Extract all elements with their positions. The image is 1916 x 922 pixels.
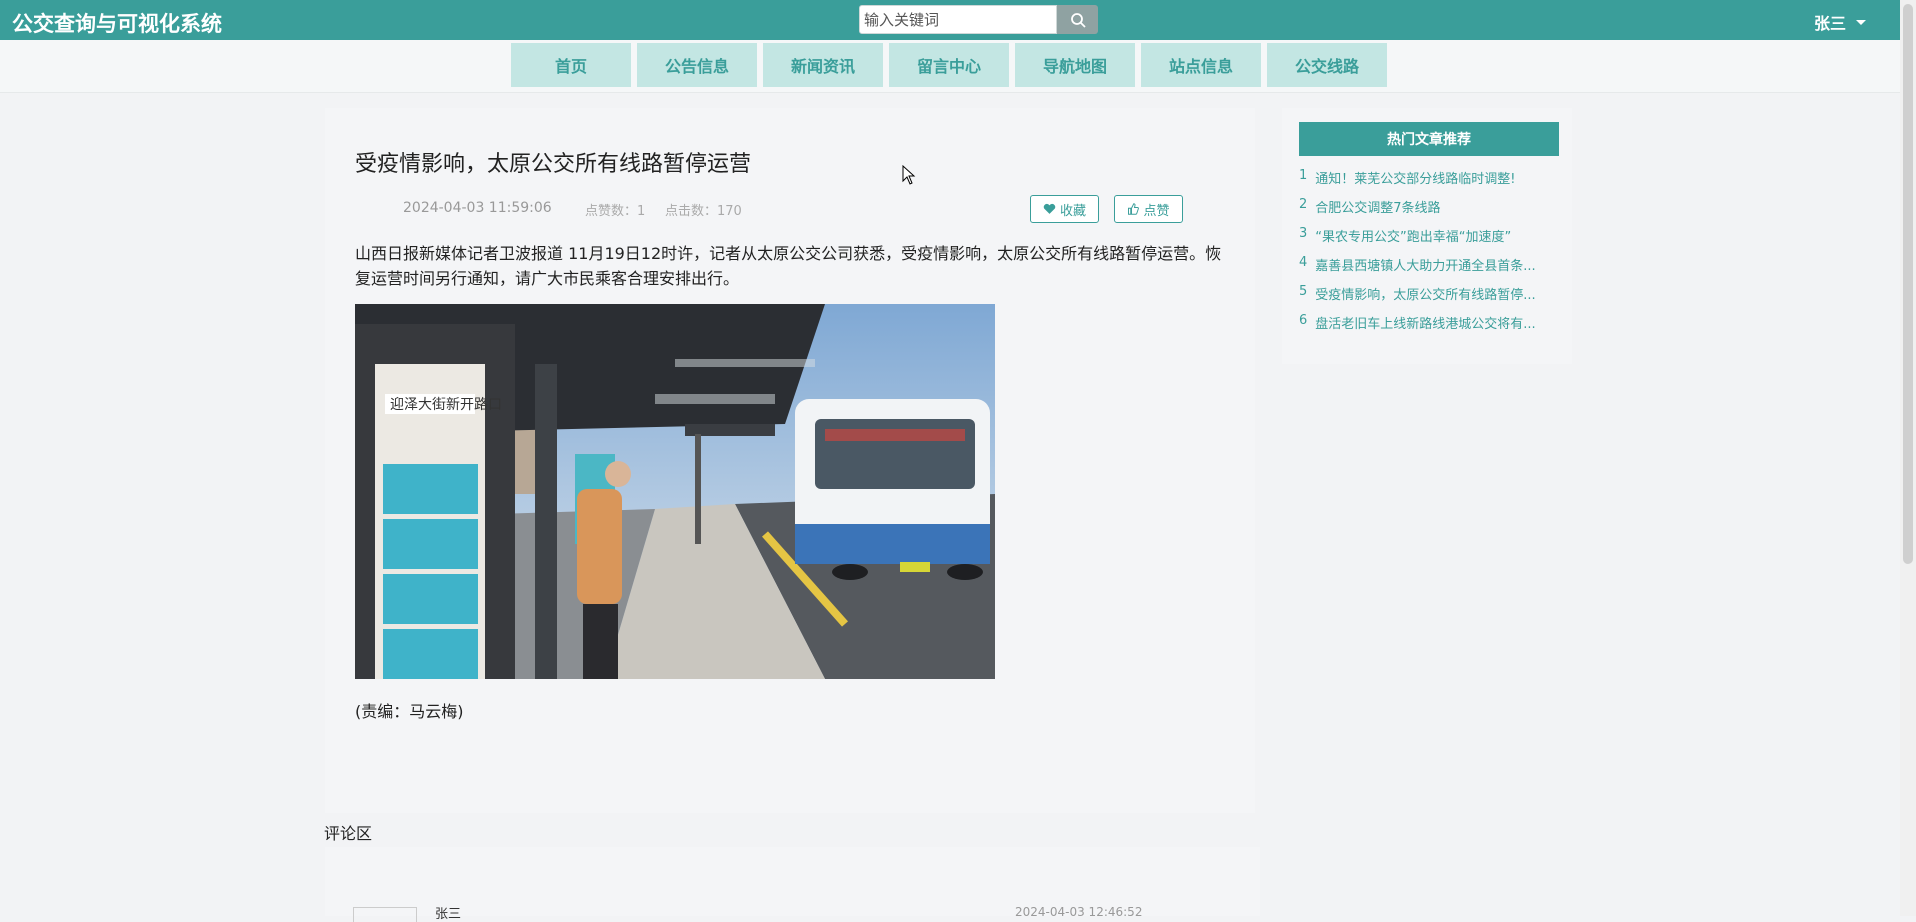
hot-article-title: “果农专用公交”跑出幸福“加速度” xyxy=(1315,230,1512,245)
search-input[interactable] xyxy=(859,5,1057,34)
hot-article-number: 5 xyxy=(1299,284,1308,299)
search-button[interactable] xyxy=(1057,5,1098,34)
heart-icon xyxy=(1043,203,1056,214)
article-body: 山西日报新媒体记者卫波报道 11月19日12时许，记者从太原公交公司获悉，受疫情… xyxy=(355,244,1222,288)
hot-article-item[interactable]: 6 盘活老旧车上线新路线港城公交将有... xyxy=(1299,313,1559,342)
hot-article-item[interactable]: 1 通知！莱芜公交部分线路临时调整! xyxy=(1299,168,1559,197)
nav-routes[interactable]: 公交线路 xyxy=(1267,43,1387,87)
nav-stations[interactable]: 站点信息 xyxy=(1141,43,1261,87)
app-title: 公交查询与可视化系统 xyxy=(12,12,222,36)
hot-article-number: 1 xyxy=(1299,168,1308,183)
search-icon xyxy=(1070,12,1086,28)
hot-articles-list: 1 通知！莱芜公交部分线路临时调整! 2 合肥公交调整7条线路 3 “果农专用公交”跑… xyxy=(1299,168,1559,342)
avatar xyxy=(353,907,417,922)
scrollbar-thumb[interactable] xyxy=(1903,4,1913,564)
hot-article-item[interactable]: 2 合肥公交调整7条线路 xyxy=(1299,197,1559,226)
comments-title: 评论区 xyxy=(324,824,373,843)
click-count: 点击数：170 xyxy=(665,204,742,219)
comment-list: 张三 2024-04-03 12:46:52 xyxy=(325,847,1260,922)
like-count: 点赞数：1 xyxy=(585,204,646,219)
hot-articles-panel: 热门文章推荐 1 通知！莱芜公交部分线路临时调整! 2 合肥公交调整7条线路 3 “果… xyxy=(1282,108,1572,364)
comment-user: 张三 xyxy=(435,907,462,922)
nav-announcements[interactable]: 公告信息 xyxy=(637,43,757,87)
hot-article-item[interactable]: 3 “果农专用公交”跑出幸福“加速度” xyxy=(1299,226,1559,255)
hot-article-title: 盘活老旧车上线新路线港城公交将有... xyxy=(1315,317,1536,332)
hot-article-number: 3 xyxy=(1299,226,1308,241)
editor-credit: (责编：马云梅) xyxy=(355,702,464,721)
nav-messages[interactable]: 留言中心 xyxy=(889,43,1009,87)
nav-news[interactable]: 新闻资讯 xyxy=(763,43,883,87)
main-nav: 首页 公告信息 新闻资讯 留言中心 导航地图 站点信息 公交线路 xyxy=(0,40,1900,93)
user-name: 张三 xyxy=(1814,14,1847,33)
like-button[interactable]: 点赞 xyxy=(1114,195,1183,223)
hot-articles-header: 热门文章推荐 xyxy=(1299,122,1559,156)
nav-map[interactable]: 导航地图 xyxy=(1015,43,1135,87)
favorite-label: 收藏 xyxy=(1059,203,1086,219)
top-bar: 公交查询与可视化系统 张三 xyxy=(0,0,1900,40)
article-title: 受疫情影响，太原公交所有线路暂停运营 xyxy=(355,152,752,177)
user-menu[interactable]: 张三 xyxy=(1814,10,1867,34)
hot-article-title: 嘉善县西塘镇人大助力开通全县首条... xyxy=(1315,259,1536,274)
favorite-button[interactable]: 收藏 xyxy=(1030,195,1099,223)
mouse-cursor-icon xyxy=(902,165,916,185)
article-photo: 迎泽大街新开路口 xyxy=(355,304,995,679)
hot-article-number: 4 xyxy=(1299,255,1308,270)
page-scrollbar[interactable] xyxy=(1900,0,1916,916)
hot-article-item[interactable]: 5 受疫情影响，太原公交所有线路暂停... xyxy=(1299,284,1559,313)
article-date: 2024-04-03 11:59:06 xyxy=(403,200,552,216)
chevron-down-icon xyxy=(1856,19,1867,25)
hot-article-item[interactable]: 4 嘉善县西塘镇人大助力开通全县首条... xyxy=(1299,255,1559,284)
hot-article-title: 通知！莱芜公交部分线路临时调整! xyxy=(1315,172,1516,187)
comment-time: 2024-04-03 12:46:52 xyxy=(1015,905,1143,919)
hot-article-title: 受疫情影响，太原公交所有线路暂停... xyxy=(1315,288,1536,303)
hot-article-number: 2 xyxy=(1299,197,1308,212)
thumbs-up-icon xyxy=(1128,203,1140,215)
like-label: 点赞 xyxy=(1143,203,1170,219)
article-card: 受疫情影响，太原公交所有线路暂停运营 2024-04-03 11:59:06 点… xyxy=(325,108,1255,813)
hot-article-number: 6 xyxy=(1299,313,1308,328)
search-bar xyxy=(859,5,1098,34)
nav-home[interactable]: 首页 xyxy=(511,43,631,87)
hot-article-title: 合肥公交调整7条线路 xyxy=(1315,201,1441,216)
photo-sign-text: 迎泽大街新开路口 xyxy=(390,397,502,413)
